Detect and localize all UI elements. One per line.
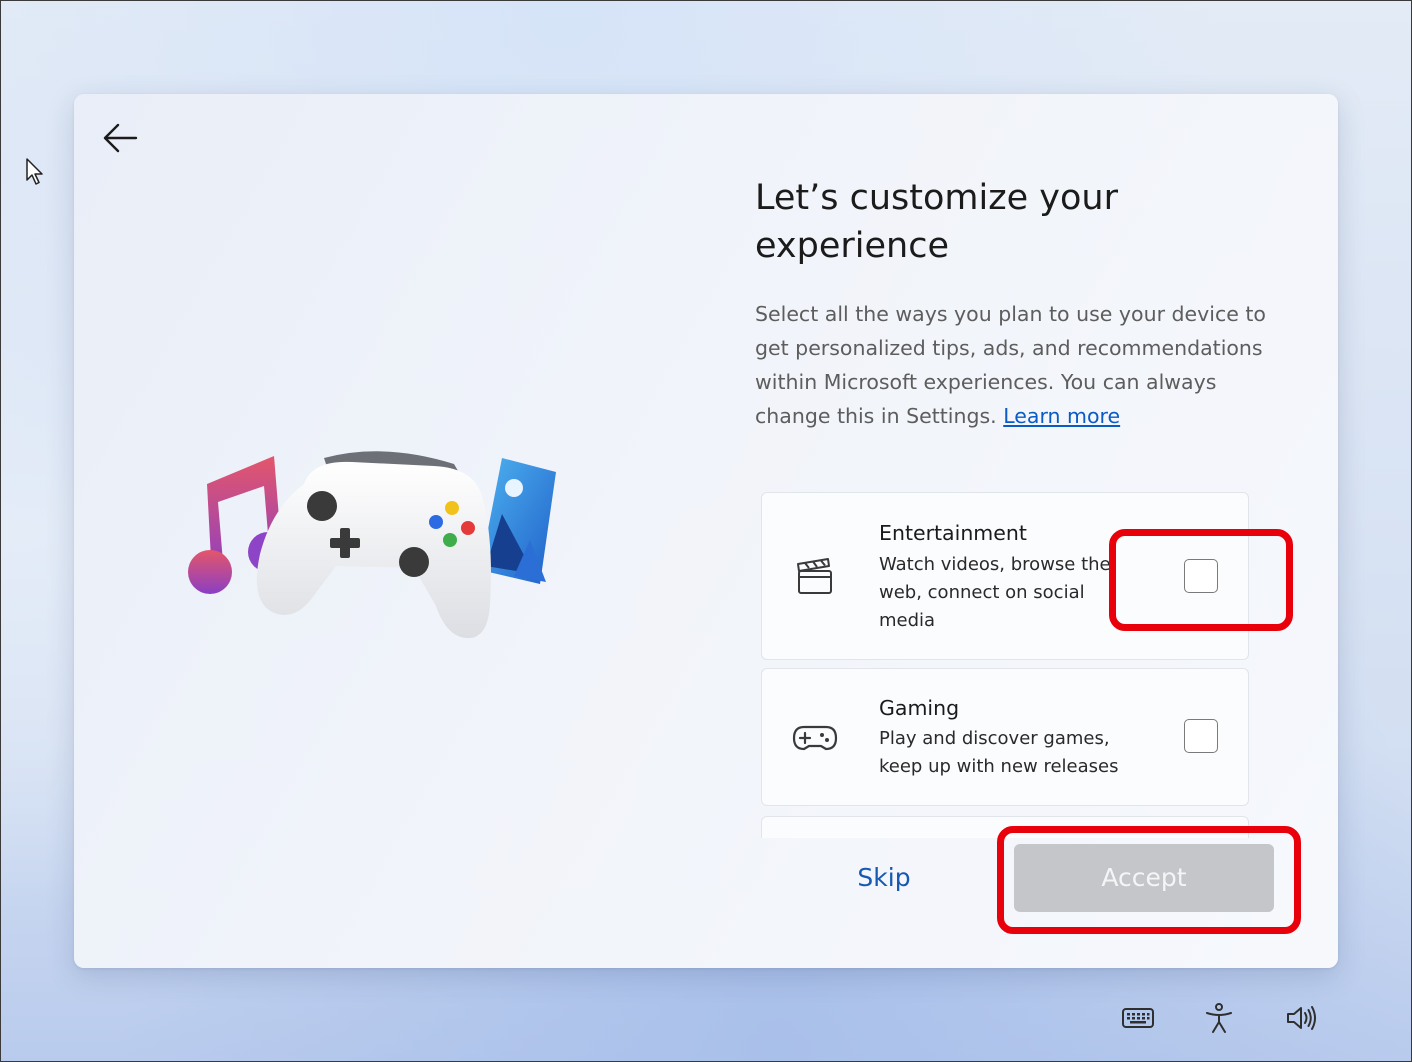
gamepad-icon xyxy=(792,725,838,751)
option-gaming[interactable]: Gaming Play and discover games, keep up … xyxy=(761,668,1249,806)
option-next-partial[interactable] xyxy=(761,816,1249,838)
entertainment-checkbox[interactable] xyxy=(1184,559,1218,593)
keyboard-icon[interactable] xyxy=(1120,1001,1156,1035)
volume-icon[interactable] xyxy=(1283,1001,1319,1035)
hero-illustration xyxy=(188,451,556,639)
clapperboard-icon xyxy=(797,558,832,594)
accept-button[interactable]: Accept xyxy=(1014,844,1274,912)
back-arrow-icon[interactable] xyxy=(100,120,140,156)
option-entertainment[interactable]: Entertainment Watch videos, browse the w… xyxy=(761,492,1249,660)
gaming-checkbox[interactable] xyxy=(1184,719,1218,753)
option-description: Play and discover games, keep up with ne… xyxy=(879,725,1149,781)
option-description: Watch videos, browse the web, connect on… xyxy=(879,551,1115,635)
option-title: Entertainment xyxy=(879,521,1027,545)
option-description-line: Watch videos, browse the xyxy=(879,554,1111,575)
option-description-line: web, connect on social xyxy=(879,582,1085,603)
option-description-line: keep up with new releases xyxy=(879,756,1119,777)
page-description: Select all the ways you plan to use your… xyxy=(755,297,1290,433)
oobe-screen: Let’s customize your experience Select a… xyxy=(0,0,1412,1062)
photo-icon xyxy=(480,458,556,584)
mouse-pointer-icon xyxy=(26,158,43,185)
option-description-line: Play and discover games, xyxy=(879,728,1110,749)
usage-options-list[interactable]: Entertainment Watch videos, browse the w… xyxy=(760,492,1252,838)
option-title: Gaming xyxy=(879,696,960,720)
accessibility-icon[interactable] xyxy=(1201,1001,1237,1035)
game-controller-icon xyxy=(256,451,491,639)
page-title: Let’s customize your experience xyxy=(755,178,1118,266)
learn-more-link[interactable]: Learn more xyxy=(1003,404,1120,428)
skip-button[interactable]: Skip xyxy=(814,848,954,908)
option-description-line: media xyxy=(879,610,936,631)
oobe-card: Let’s customize your experience Select a… xyxy=(74,94,1338,968)
